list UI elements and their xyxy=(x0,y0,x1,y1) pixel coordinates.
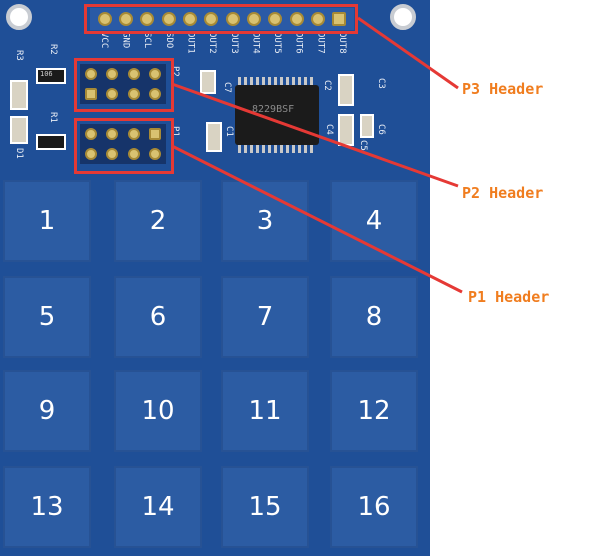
p1-leader-line xyxy=(171,144,463,294)
p3-leader-line xyxy=(357,16,459,90)
image-stage: VCC GND SCL SDO OUT1 OUT2 OUT3 OUT4 OUT5… xyxy=(0,0,590,556)
p2-leader-line xyxy=(171,82,459,188)
p3-header-label: P3 Header xyxy=(462,80,544,98)
p1-header-label: P1 Header xyxy=(468,288,550,306)
p2-header-label: P2 Header xyxy=(462,184,544,202)
